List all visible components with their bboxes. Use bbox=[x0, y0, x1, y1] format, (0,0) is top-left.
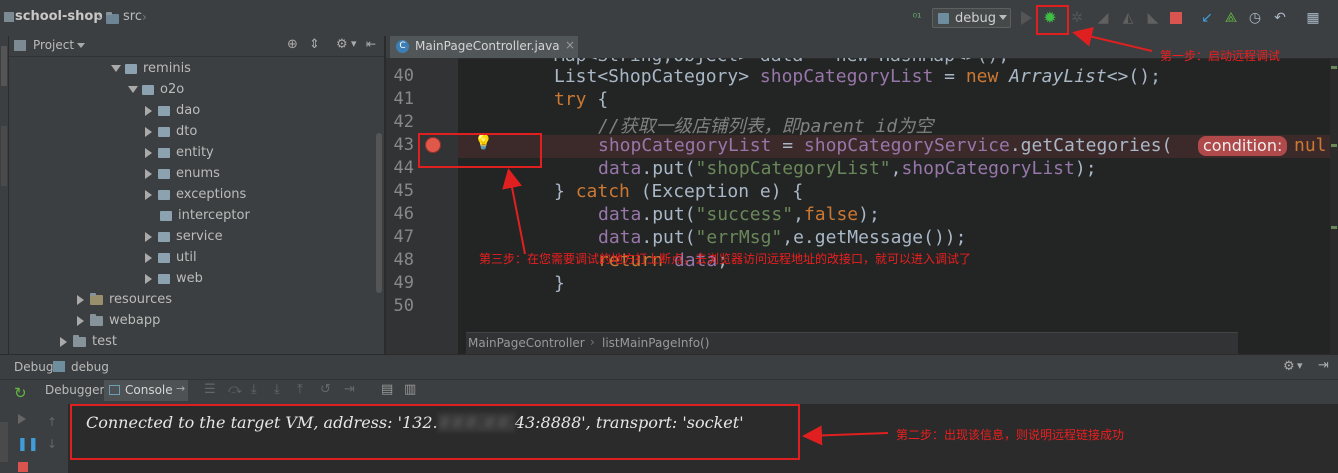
annotation-step3: 第三步：在您需要调试的地方打上断点，去浏览器访问远程地址的改接口，就可以进入调试… bbox=[479, 252, 972, 266]
arrow-step2 bbox=[802, 425, 889, 446]
arrow-step1 bbox=[1072, 26, 1153, 52]
annotation-arrows bbox=[502, 26, 1153, 446]
arrow-step3 bbox=[502, 168, 526, 255]
annotation-step2: 第二步：出现该信息，则说明远程链接成功 bbox=[896, 428, 1125, 442]
annotation-step1: 第一步：启动远程调试 bbox=[1160, 49, 1281, 63]
